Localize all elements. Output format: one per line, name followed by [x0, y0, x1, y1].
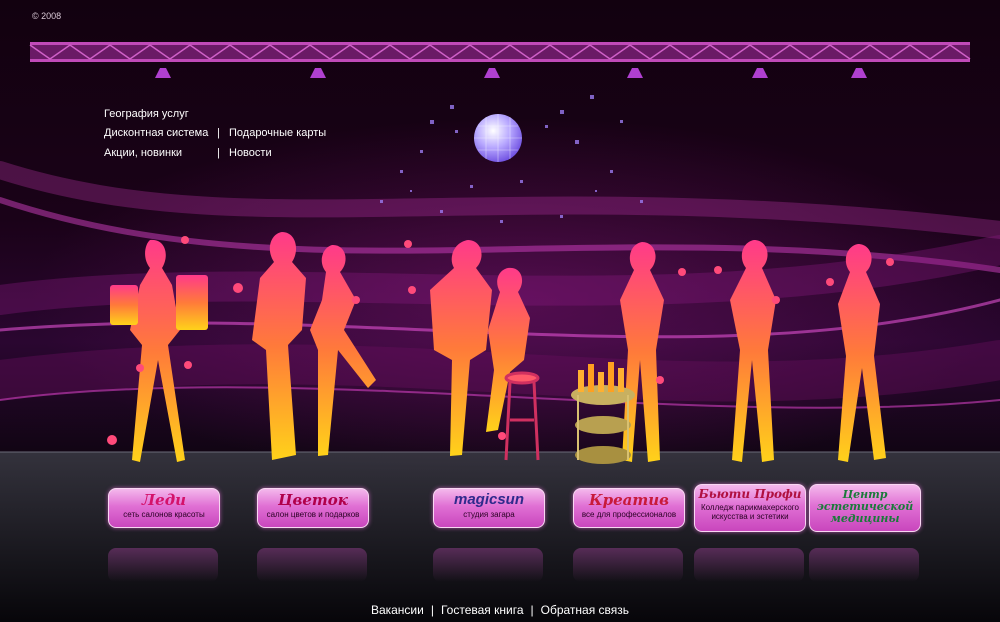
nav-separator: |	[217, 127, 220, 139]
stage: © 2008 География услуг Дисконтная систем…	[0, 0, 1000, 622]
nav-promos-label[interactable]: Акции, новинки	[104, 147, 182, 159]
disco-ball-icon	[474, 114, 522, 162]
nav-promos[interactable]: Акции, новинки	[104, 147, 182, 159]
brand-button-center[interactable]: Центр эстетической медицины	[809, 484, 921, 532]
brand-button-ledi[interactable]: Леди сеть салонов красоты	[108, 488, 220, 528]
tsvetok-logo: Цветок	[278, 491, 348, 509]
ledi-caption: сеть салонов красоты	[123, 510, 205, 519]
kreativ-logo: Креатив	[588, 491, 670, 509]
footer-guestbook-link[interactable]: Гостевая книга	[441, 603, 524, 617]
beauty-profi-caption: Колледж парикмахерского искусства и эсте…	[701, 503, 799, 521]
button-reflection	[108, 548, 218, 582]
nav-separator: |	[217, 147, 220, 159]
brand-button-tsvetok[interactable]: Цветок салон цветов и подарков	[257, 488, 369, 528]
ledi-logo: Леди	[141, 491, 187, 509]
button-reflection	[573, 548, 683, 582]
footer-links: Вакансии | Гостевая книга | Обратная связь	[0, 603, 1000, 617]
stage-truss	[29, 42, 971, 62]
nav-geography[interactable]: География услуг	[104, 108, 189, 120]
button-reflection	[809, 548, 919, 582]
brand-button-magicsun[interactable]: magicsun студия загара	[433, 488, 545, 528]
nav-gift-cards-label[interactable]: Подарочные карты	[229, 127, 326, 139]
nav-discount-label[interactable]: Дисконтная система	[104, 127, 208, 139]
copyright: © 2008	[32, 11, 62, 21]
button-reflection	[694, 548, 804, 582]
button-reflection	[433, 548, 543, 582]
button-reflection	[257, 548, 367, 582]
center-logo: Центр эстетической медицины	[816, 488, 914, 525]
nav-news-label[interactable]: Новости	[229, 147, 272, 159]
beauty-profi-logo: Бьюти Профи	[698, 487, 802, 501]
magicsun-logo: magicsun	[453, 491, 525, 508]
magicsun-caption: студия загара	[463, 510, 515, 519]
nav-news[interactable]: Новости	[229, 147, 272, 159]
tsvetok-caption: салон цветов и подарков	[266, 510, 360, 519]
kreativ-caption: все для профессионалов	[581, 510, 677, 519]
brand-button-beauty-profi[interactable]: Бьюти Профи Колледж парикмахерского иску…	[694, 484, 806, 532]
footer-separator: |	[430, 603, 434, 617]
nav-geography-label[interactable]: География услуг	[104, 108, 189, 120]
dance-floor	[0, 452, 1000, 622]
nav-gift-cards[interactable]: Подарочные карты	[229, 127, 326, 139]
footer-jobs-link[interactable]: Вакансии	[371, 603, 424, 617]
nav-discount[interactable]: Дисконтная система	[104, 127, 208, 139]
footer-feedback-link[interactable]: Обратная связь	[541, 603, 629, 617]
brand-button-kreativ[interactable]: Креатив все для профессионалов	[573, 488, 685, 528]
spotlights	[155, 68, 867, 78]
footer-separator: |	[530, 603, 534, 617]
